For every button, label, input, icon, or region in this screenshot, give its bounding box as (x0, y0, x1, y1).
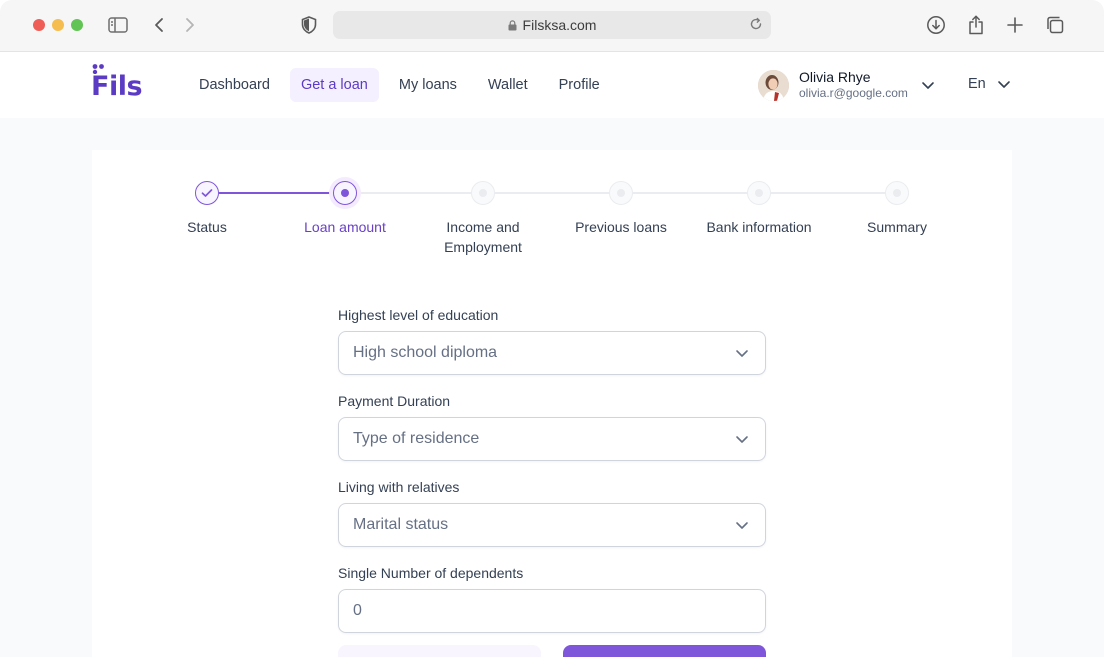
back-button[interactable] (338, 645, 541, 657)
main-nav: Dashboard Get a loan My loans Wallet Pro… (188, 68, 620, 102)
logo-dots-icon (92, 64, 104, 74)
step-loan-amount-indicator[interactable] (333, 181, 357, 205)
step-connector (219, 192, 333, 194)
form-actions (338, 645, 766, 657)
browser-toolbar: Filsksa.com (0, 0, 1104, 52)
continue-button[interactable] (563, 645, 766, 657)
step-connector (771, 192, 885, 194)
step-connector (495, 192, 609, 194)
maximize-window-button[interactable] (71, 19, 83, 31)
chevron-down-icon (736, 436, 748, 443)
education-field: Highest level of education High school d… (338, 305, 766, 375)
step-label-status: Status (187, 219, 227, 235)
loan-application-card: Status Loan amount Income and Employment… (92, 150, 1012, 657)
shield-icon[interactable] (298, 14, 320, 36)
sidebar-icon[interactable] (107, 14, 129, 36)
reload-icon[interactable] (749, 17, 763, 31)
user-info: Olivia Rhye olivia.r@google.com (799, 69, 908, 101)
lock-icon (508, 19, 517, 31)
share-icon[interactable] (965, 14, 987, 36)
chevron-down-icon[interactable] (921, 77, 935, 95)
browser-window: Filsksa.com Fils Dashboard Get a loan My… (0, 0, 1104, 657)
select-value: High school diploma (353, 344, 498, 361)
step-label-loan-amount: Loan amount (304, 219, 386, 235)
step-income-indicator[interactable] (471, 181, 495, 205)
step-label-previous-loans: Previous loans (575, 219, 667, 235)
chevron-down-icon (736, 522, 748, 529)
close-window-button[interactable] (33, 19, 45, 31)
nav-dashboard[interactable]: Dashboard (188, 68, 281, 102)
payment-duration-field: Payment Duration Type of residence (338, 391, 766, 461)
select-value: Type of residence (353, 430, 480, 447)
education-select[interactable]: High school diploma (338, 331, 766, 375)
dependents-field: Single Number of dependents 0 (338, 563, 766, 633)
nav-wallet[interactable]: Wallet (477, 68, 539, 102)
user-menu[interactable]: Olivia Rhye olivia.r@google.com (758, 69, 934, 101)
download-icon[interactable] (925, 14, 947, 36)
step-previous-loans-indicator[interactable] (609, 181, 633, 205)
language-label: En (968, 76, 986, 92)
progress-stepper: Status Loan amount Income and Employment… (92, 150, 1012, 260)
logo[interactable]: Fils (91, 64, 143, 102)
select-value: Marital status (353, 516, 449, 533)
url-text: Filsksa.com (522, 17, 597, 33)
avatar (758, 69, 789, 101)
field-label: Highest level of education (338, 307, 499, 323)
nav-profile[interactable]: Profile (548, 68, 611, 102)
app-header: Fils Dashboard Get a loan My loans Walle… (0, 52, 1104, 118)
step-label-summary: Summary (867, 219, 927, 235)
chevron-down-icon (997, 80, 1010, 88)
new-tab-icon[interactable] (1004, 14, 1026, 36)
step-connector (357, 192, 471, 194)
living-with-relatives-field: Living with relatives Marital status (338, 477, 766, 547)
logo-text: Fils (91, 71, 143, 102)
nav-my-loans[interactable]: My loans (388, 68, 468, 102)
step-status-indicator[interactable] (195, 181, 219, 205)
tabs-overview-icon[interactable] (1044, 14, 1066, 36)
user-name: Olivia Rhye (799, 69, 871, 85)
field-label: Single Number of dependents (338, 565, 524, 581)
step-bank-information-indicator[interactable] (747, 181, 771, 205)
field-label: Living with relatives (338, 479, 460, 495)
address-bar[interactable]: Filsksa.com (333, 11, 771, 39)
minimize-window-button[interactable] (52, 19, 64, 31)
chevron-down-icon (736, 350, 748, 357)
step-summary-indicator[interactable] (885, 181, 909, 205)
living-with-relatives-select[interactable]: Marital status (338, 503, 766, 547)
forward-arrow-icon[interactable] (179, 14, 201, 36)
back-arrow-icon[interactable] (148, 14, 170, 36)
input-value: 0 (353, 602, 362, 619)
check-icon (201, 189, 213, 197)
nav-get-a-loan[interactable]: Get a loan (289, 68, 379, 102)
application-form: Highest level of education High school d… (338, 305, 766, 649)
field-label: Payment Duration (338, 393, 451, 409)
language-select[interactable]: En (968, 76, 1011, 92)
user-email: olivia.r@google.com (799, 86, 908, 100)
step-label-bank-information: Bank information (706, 219, 812, 235)
payment-duration-select[interactable]: Type of residence (338, 417, 766, 461)
step-connector (633, 192, 747, 194)
step-label-income: Income and Employment (444, 219, 522, 255)
dependents-input[interactable]: 0 (338, 589, 766, 633)
